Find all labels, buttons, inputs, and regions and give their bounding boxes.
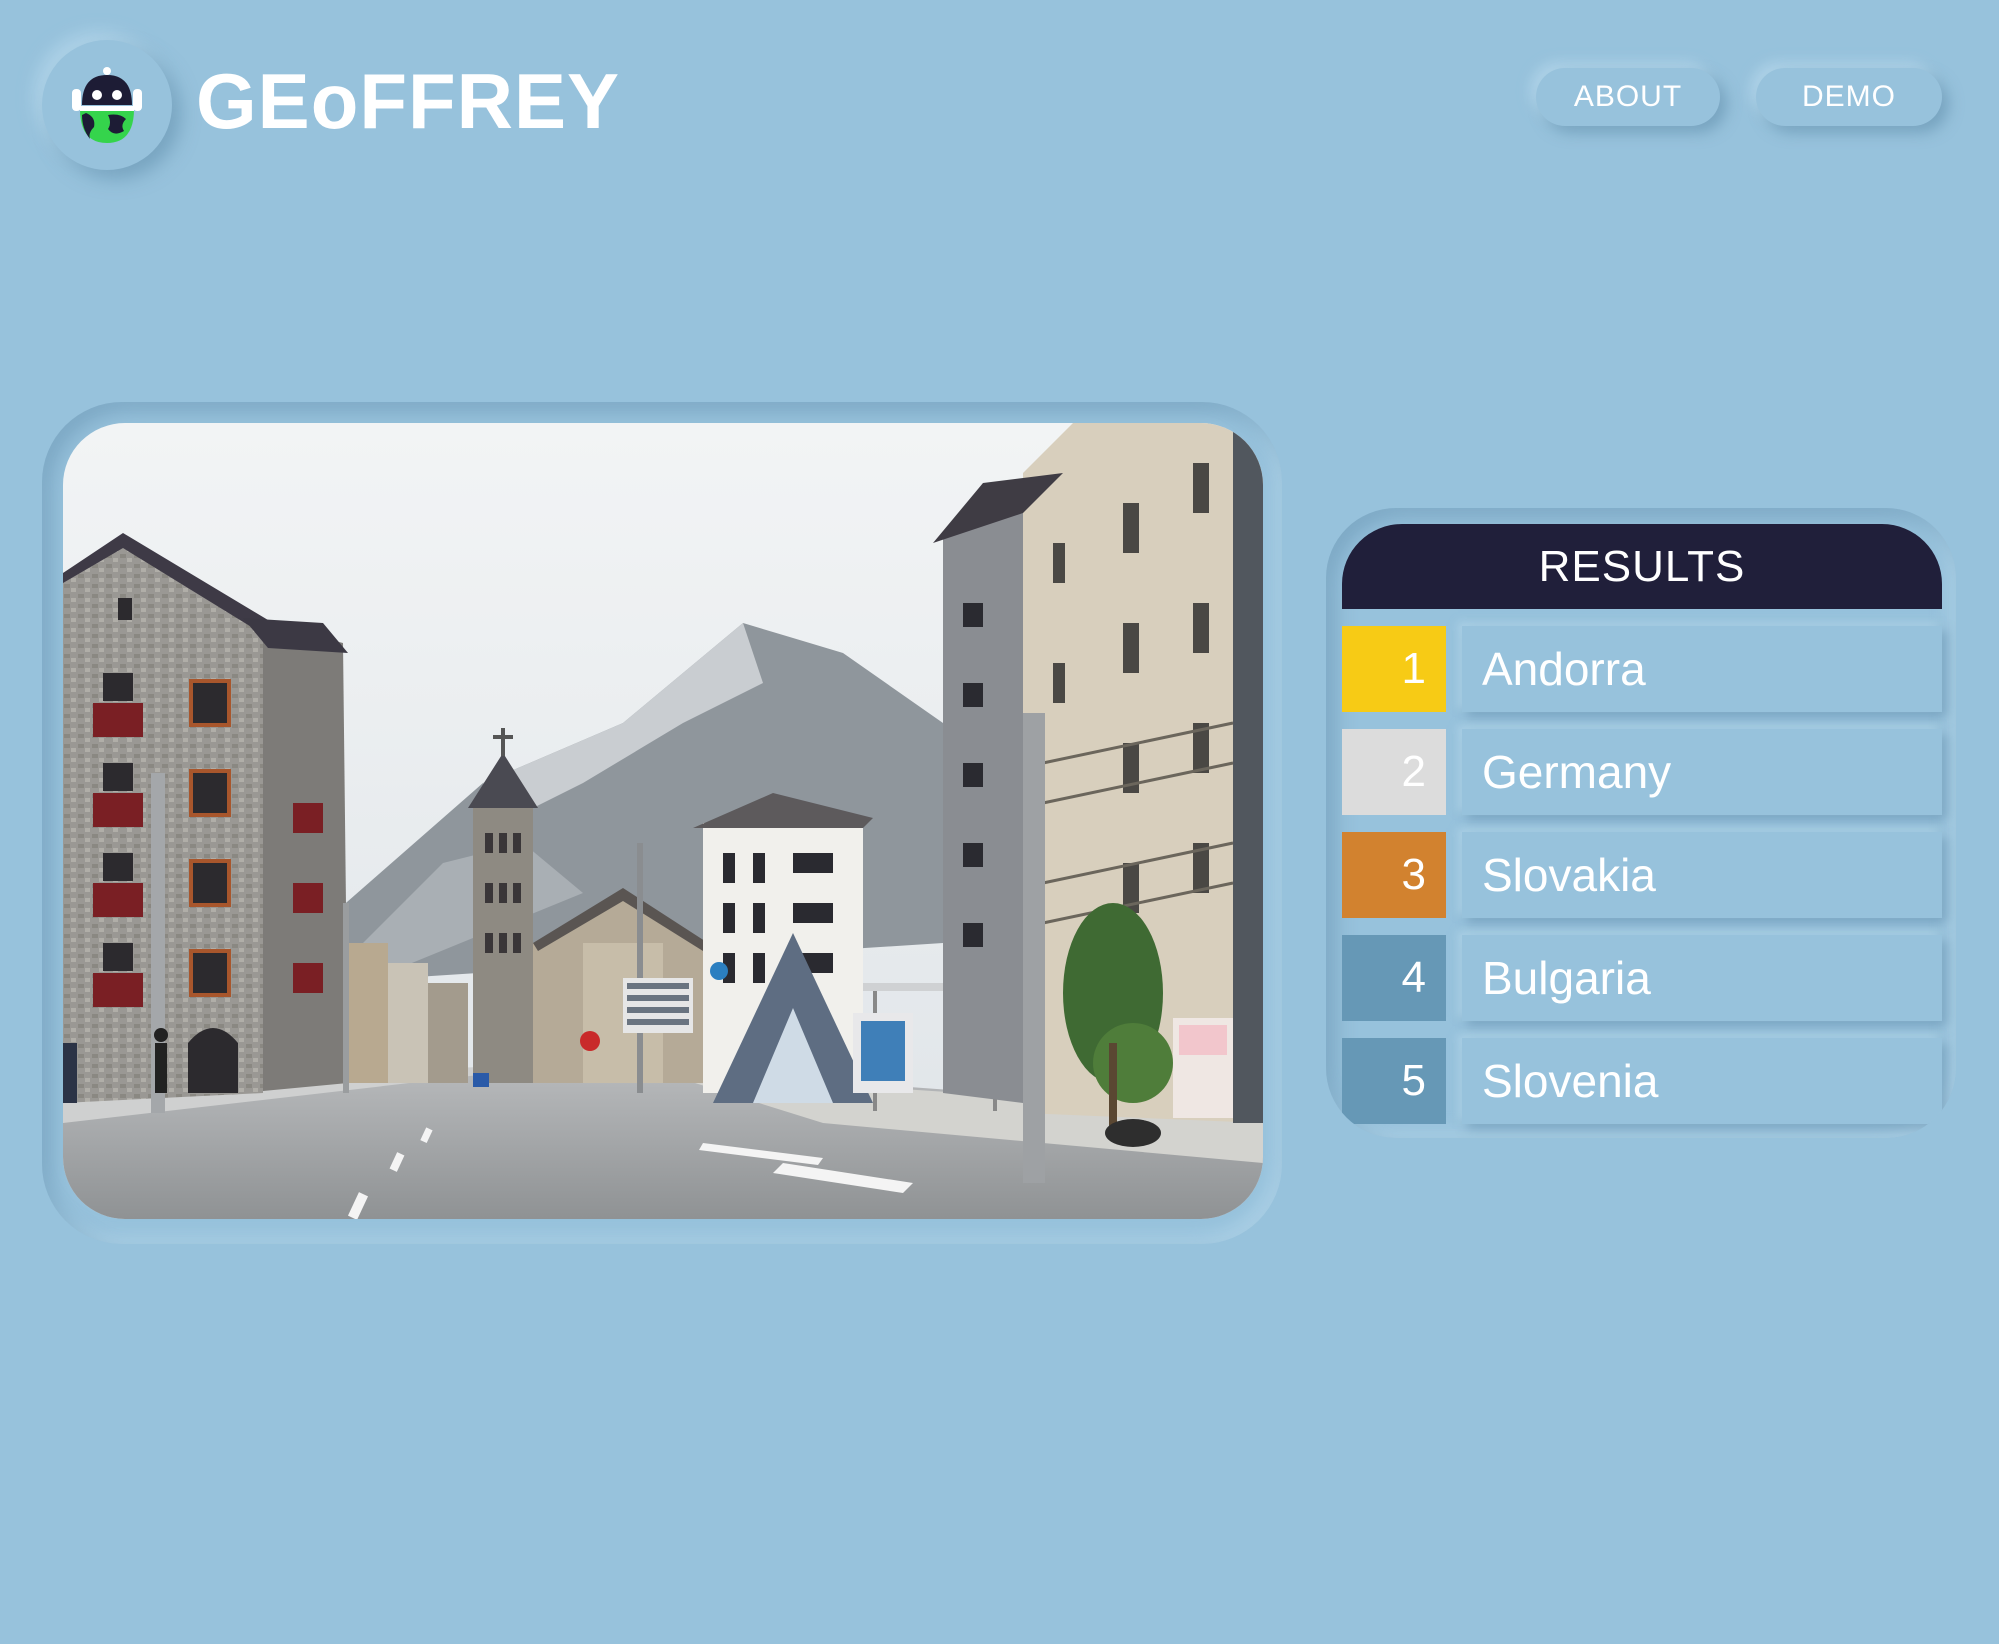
- results-title: RESULTS: [1342, 524, 1942, 609]
- logo[interactable]: [42, 40, 172, 170]
- rank-badge: 2: [1342, 729, 1446, 815]
- robot-globe-icon: [72, 67, 142, 143]
- rank-badge: 5: [1342, 1038, 1446, 1124]
- country-name: Germany: [1462, 729, 1942, 815]
- demo-button[interactable]: DEMO: [1756, 68, 1942, 126]
- country-name: Bulgaria: [1462, 935, 1942, 1021]
- street-photo-illustration: [63, 423, 1263, 1219]
- about-button[interactable]: ABOUT: [1536, 68, 1720, 126]
- result-row-1[interactable]: 1 Andorra: [1342, 626, 1942, 712]
- result-row-4[interactable]: 4 Bulgaria: [1342, 935, 1942, 1021]
- rank-badge: 3: [1342, 832, 1446, 918]
- rank-badge: 4: [1342, 935, 1446, 1021]
- brand-title: GEoFFREY: [196, 57, 621, 145]
- results-panel: RESULTS 1 Andorra 2 Germany 3 Slovakia 4…: [1326, 508, 1956, 1138]
- result-row-3[interactable]: 3 Slovakia: [1342, 832, 1942, 918]
- result-row-5[interactable]: 5 Slovenia: [1342, 1038, 1942, 1124]
- country-name: Slovakia: [1462, 832, 1942, 918]
- rank-badge: 1: [1342, 626, 1446, 712]
- country-name: Slovenia: [1462, 1038, 1942, 1124]
- result-row-2[interactable]: 2 Germany: [1342, 729, 1942, 815]
- country-name: Andorra: [1462, 626, 1942, 712]
- street-photo: [63, 423, 1263, 1219]
